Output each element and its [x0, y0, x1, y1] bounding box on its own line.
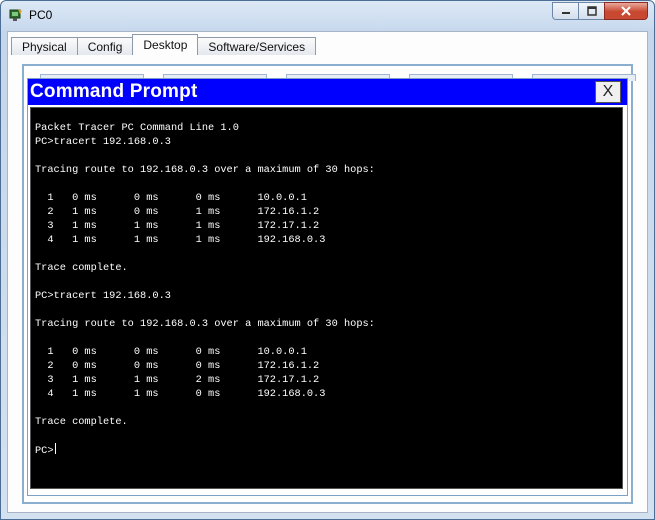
terminal-line: Trace complete.	[35, 416, 128, 428]
terminal-line: Tracing route to 192.168.0.3 over a maxi…	[35, 318, 375, 330]
close-button[interactable]	[604, 2, 648, 20]
minimize-icon	[561, 12, 570, 14]
tab-software-services[interactable]: Software/Services	[197, 37, 317, 55]
terminal-line: PC>tracert 192.168.0.3	[35, 136, 171, 148]
terminal-line: Packet Tracer PC Command Line 1.0	[35, 122, 239, 134]
terminal-text: Packet Tracer PC Command Line 1.0 PC>tra…	[35, 121, 375, 458]
command-prompt-window: Command Prompt X Packet Tracer PC Comman…	[27, 78, 628, 496]
terminal-line: 3 1 ms 1 ms 1 ms 172.17.1.2	[47, 220, 320, 232]
terminal-line: PC>tracert 192.168.0.3	[35, 290, 171, 302]
tab-config[interactable]: Config	[76, 37, 134, 55]
tab-desktop[interactable]: Desktop	[132, 34, 199, 55]
pc0-window: PC0 Physical Config Desktop Software/Ser…	[0, 0, 655, 520]
maximize-button[interactable]	[578, 2, 604, 20]
window-title: PC0	[29, 8, 53, 22]
command-prompt-title: Command Prompt	[30, 81, 198, 102]
title-bar[interactable]: PC0	[1, 1, 654, 29]
command-prompt-close-button[interactable]: X	[595, 81, 621, 103]
maximize-icon	[586, 6, 597, 16]
terminal-prompt: PC>	[35, 445, 54, 457]
terminal-line: 4 1 ms 1 ms 1 ms 192.168.0.3	[47, 234, 326, 246]
terminal-line: 1 0 ms 0 ms 0 ms 10.0.0.1	[47, 346, 307, 358]
terminal-line: 3 1 ms 1 ms 2 ms 172.17.1.2	[47, 374, 320, 386]
device-client-area: Physical Config Desktop Software/Service…	[7, 31, 648, 513]
text-cursor	[54, 443, 56, 454]
terminal-line: 1 0 ms 0 ms 0 ms 10.0.0.1	[47, 192, 307, 204]
tab-bar: Physical Config Desktop Software/Service…	[11, 34, 317, 55]
terminal-output[interactable]: Packet Tracer PC Command Line 1.0 PC>tra…	[30, 107, 623, 489]
desktop-pane: Command Prompt X Packet Tracer PC Comman…	[22, 64, 636, 504]
command-prompt-title-bar: Command Prompt X	[28, 79, 627, 105]
terminal-line: Tracing route to 192.168.0.3 over a maxi…	[35, 164, 375, 176]
terminal-line: 4 1 ms 1 ms 0 ms 192.168.0.3	[47, 388, 326, 400]
terminal-line: Trace complete.	[35, 262, 128, 274]
terminal-history: Packet Tracer PC Command Line 1.0 PC>tra…	[35, 122, 375, 428]
minimize-button[interactable]	[552, 2, 578, 20]
tab-physical[interactable]: Physical	[11, 37, 78, 55]
terminal-line: 2 1 ms 0 ms 1 ms 172.16.1.2	[47, 206, 320, 218]
terminal-line: 2 0 ms 0 ms 0 ms 172.16.1.2	[47, 360, 320, 372]
close-icon	[621, 6, 631, 16]
packet-tracer-pc-icon	[9, 9, 22, 21]
